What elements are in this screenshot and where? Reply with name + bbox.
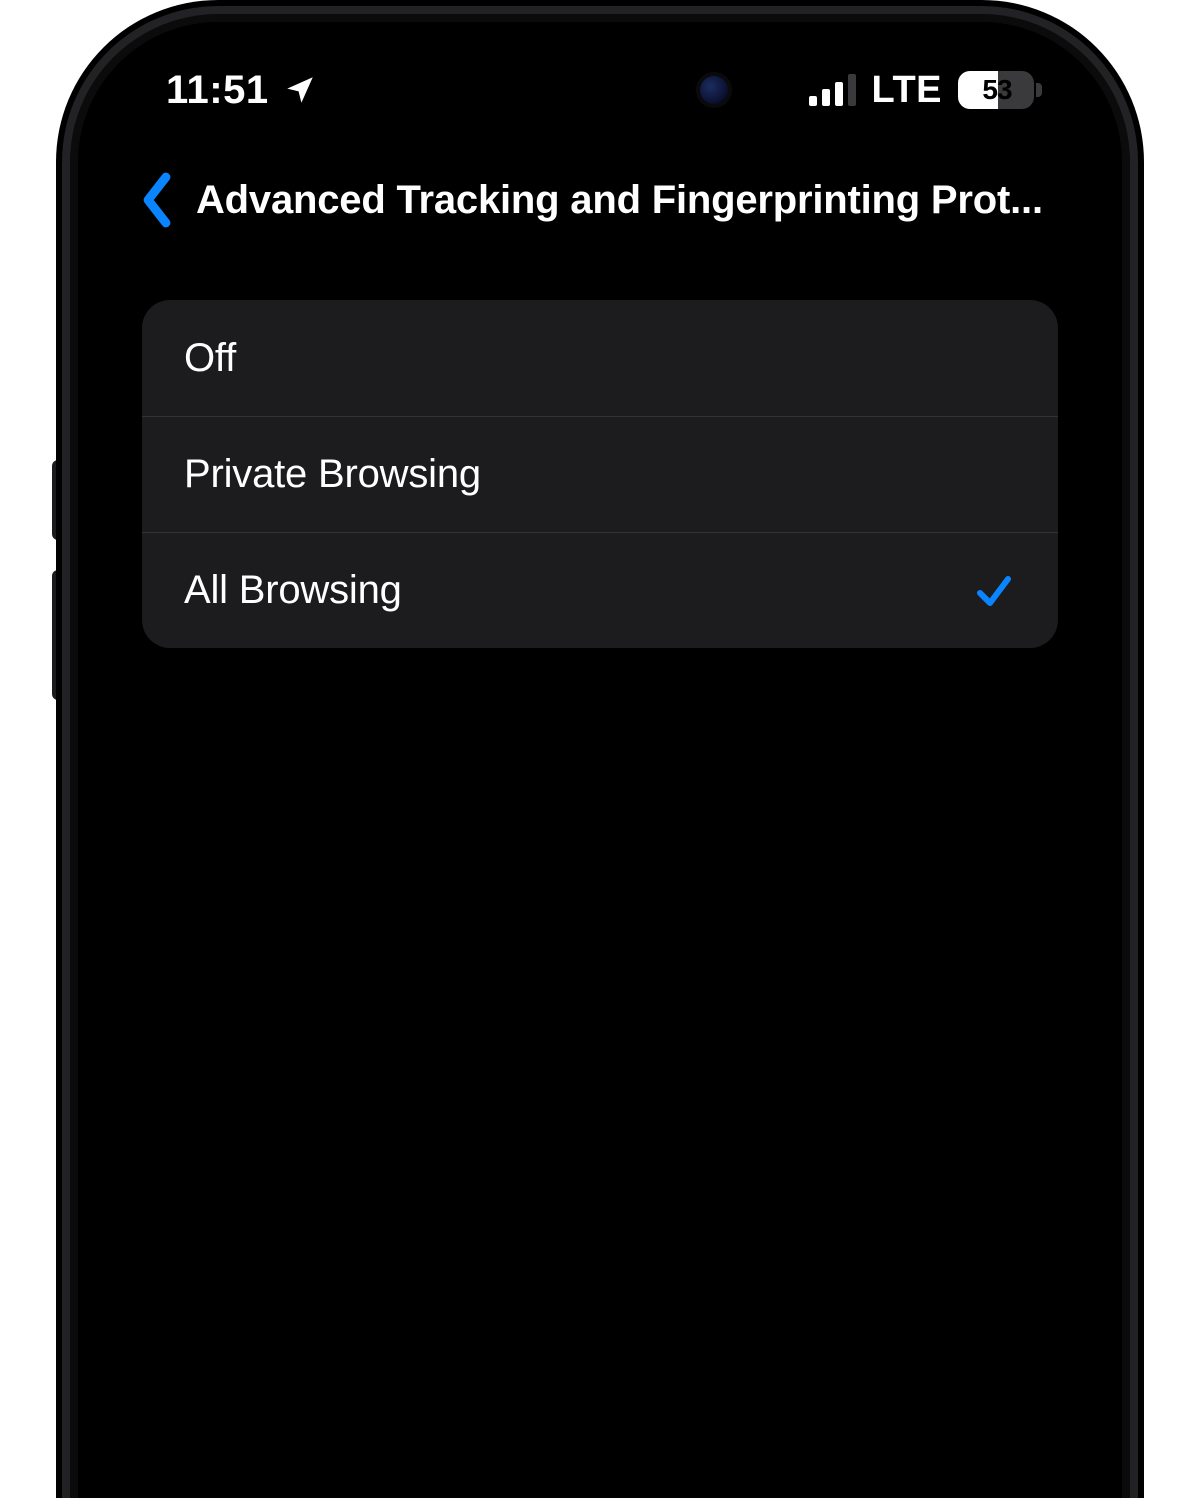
option-private-browsing[interactable]: Private Browsing: [142, 416, 1058, 532]
cell-signal-icon: [809, 74, 856, 106]
battery-icon: 53: [958, 71, 1034, 109]
status-bar: 11:51 LTE 53: [96, 40, 1104, 140]
volume-up-button: [52, 460, 70, 540]
status-left: 11:51: [166, 68, 317, 113]
option-off[interactable]: Off: [142, 300, 1058, 416]
option-label: Off: [184, 336, 236, 381]
location-arrow-icon: [283, 73, 317, 107]
status-right: LTE 53: [809, 69, 1034, 112]
options-list: Off Private Browsing All Browsing: [142, 300, 1058, 648]
checkmark-icon: [972, 569, 1016, 613]
option-label: Private Browsing: [184, 452, 481, 497]
status-time: 11:51: [166, 68, 269, 113]
volume-down-button: [52, 570, 70, 700]
back-button[interactable]: [136, 172, 178, 228]
option-label: All Browsing: [184, 568, 402, 613]
phone-frame: 11:51 LTE 53 Advanced Trackin: [78, 22, 1122, 1498]
network-type: LTE: [872, 69, 942, 112]
battery-percent: 53: [958, 74, 1034, 106]
nav-header: Advanced Tracking and Fingerprinting Pro…: [96, 160, 1104, 240]
page-title: Advanced Tracking and Fingerprinting Pro…: [196, 178, 1064, 223]
screen: 11:51 LTE 53 Advanced Trackin: [96, 40, 1104, 1498]
option-all-browsing[interactable]: All Browsing: [142, 532, 1058, 648]
